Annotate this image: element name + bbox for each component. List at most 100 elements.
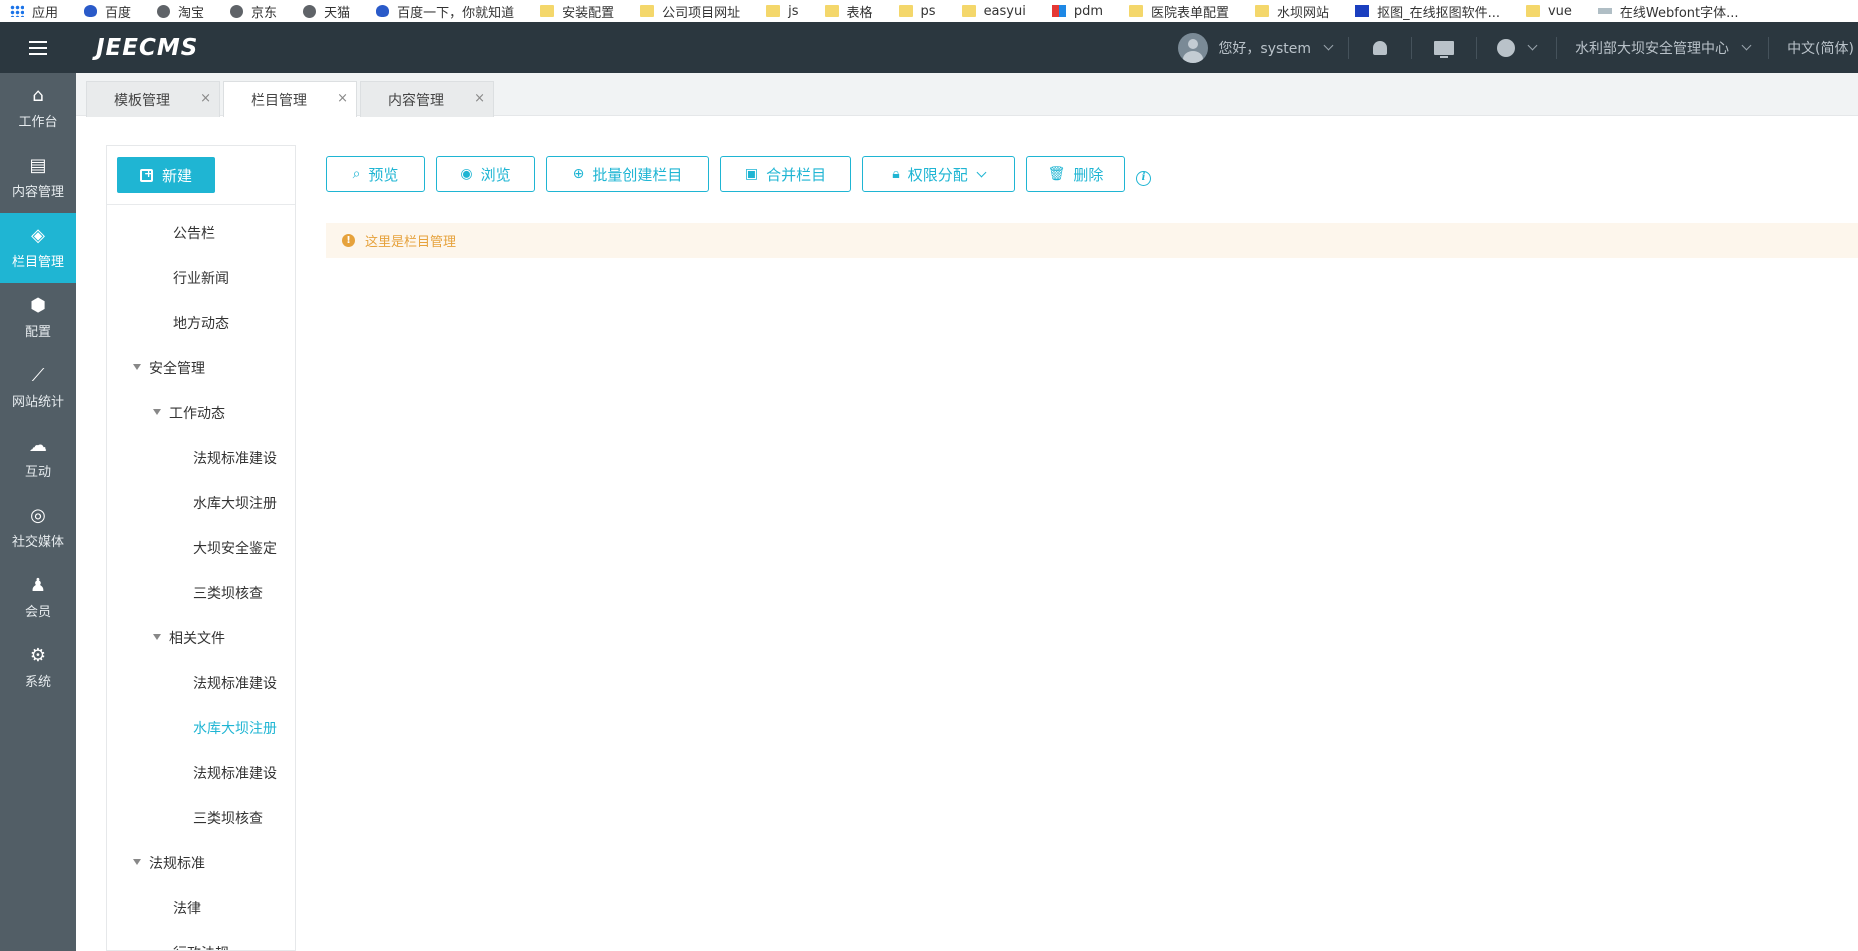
gear-icon: ⚙ bbox=[29, 645, 47, 666]
bookmark-folder[interactable]: vue bbox=[1525, 4, 1572, 19]
tree-node-selected[interactable]: 水库大坝注册 bbox=[193, 718, 277, 738]
caret-down-icon[interactable] bbox=[153, 634, 161, 640]
sidebar-item-social[interactable]: ◎ 社交媒体 bbox=[0, 493, 76, 563]
tree-node[interactable]: 行政法规 bbox=[173, 943, 229, 950]
sidebar-item-workbench[interactable]: ⌂ 工作台 bbox=[0, 73, 76, 143]
sidebar-item-statistics[interactable]: ⟋ 网站统计 bbox=[0, 353, 76, 423]
frontend-preview-button[interactable] bbox=[1412, 22, 1476, 73]
tree-node[interactable]: 相关文件 bbox=[169, 628, 225, 648]
user-greeting: 您好，system bbox=[1218, 40, 1312, 57]
sidebar-item-content[interactable]: ▤ 内容管理 bbox=[0, 143, 76, 213]
tree-node[interactable]: 安全管理 bbox=[149, 358, 205, 378]
tree-node[interactable]: 法规标准建设 bbox=[193, 673, 277, 693]
folder-icon bbox=[1129, 5, 1144, 17]
tree-node[interactable]: 三类坝核查 bbox=[193, 583, 263, 603]
close-icon[interactable]: × bbox=[200, 91, 211, 106]
tree-node[interactable]: 公告栏 bbox=[173, 223, 215, 243]
close-icon[interactable]: × bbox=[474, 91, 485, 106]
sidebar-item-interaction[interactable]: ☁ 互动 bbox=[0, 423, 76, 493]
browse-label: 浏览 bbox=[480, 165, 511, 184]
folder-icon bbox=[898, 5, 913, 17]
site-selector[interactable]: 水利部大坝安全管理中心 bbox=[1557, 22, 1768, 73]
cube-icon: ⬢ bbox=[30, 295, 46, 316]
bookmark-folder[interactable]: 表格 bbox=[824, 2, 873, 21]
bookmark-label: 百度 bbox=[105, 5, 132, 21]
bookmark-pdm[interactable]: pdm bbox=[1051, 3, 1104, 19]
language-label: 中文(简体) bbox=[1787, 40, 1854, 57]
caret-down-icon[interactable] bbox=[153, 409, 161, 415]
sidebar-item-label: 会员 bbox=[24, 605, 51, 620]
tree-node[interactable]: 法规标准 bbox=[149, 853, 205, 873]
tab-template[interactable]: 模板管理 × bbox=[86, 81, 220, 117]
caret-down-icon[interactable] bbox=[133, 859, 141, 865]
bookmark-taobao[interactable]: 淘宝 bbox=[157, 2, 204, 21]
bookmark-folder[interactable]: 医院表单配置 bbox=[1129, 2, 1229, 21]
bookmark-folder[interactable]: 水坝网站 bbox=[1255, 2, 1329, 21]
bookmark-folder[interactable]: 安装配置 bbox=[540, 2, 614, 21]
target-icon: ◎ bbox=[30, 505, 46, 526]
merge-label: 合并栏目 bbox=[766, 165, 827, 184]
chevron-down-icon bbox=[1741, 40, 1752, 51]
batch-create-button[interactable]: ⊕ 批量创建栏目 bbox=[546, 156, 709, 192]
bookmark-koutu[interactable]: 抠图_在线抠图软件... bbox=[1355, 2, 1500, 21]
hamburger-icon bbox=[29, 40, 47, 55]
tree-node[interactable]: 地方动态 bbox=[173, 313, 229, 333]
chat-icon: ☁ bbox=[29, 435, 47, 456]
tree-node[interactable]: 工作动态 bbox=[169, 403, 225, 423]
bookmark-jd[interactable]: 京东 bbox=[230, 2, 277, 21]
sidebar-item-channel[interactable]: ◈ 栏目管理 bbox=[0, 213, 76, 283]
bookmark-folder[interactable]: 公司项目网址 bbox=[640, 2, 740, 21]
palette-icon bbox=[1497, 38, 1516, 57]
bookmark-folder[interactable]: js bbox=[766, 4, 799, 19]
sidebar-item-label: 配置 bbox=[24, 325, 51, 340]
sidebar-item-member[interactable]: ♟ 会员 bbox=[0, 563, 76, 633]
permission-label: 权限分配 bbox=[907, 165, 968, 184]
main-sidebar: ⌂ 工作台 ▤ 内容管理 ◈ 栏目管理 ⬢ 配置 ⟋ 网站统计 ☁ 互动 ◎ 社交媒体 ♟ 会员… bbox=[0, 73, 76, 951]
tree-node[interactable]: 法律 bbox=[173, 898, 201, 918]
close-icon[interactable]: × bbox=[337, 91, 348, 106]
notifications-button[interactable] bbox=[1349, 22, 1411, 73]
bookmarks-bar: 应用 百度 淘宝 京东 天猫 百度一下，你就知道 安装配置 公司项目网址 js … bbox=[0, 0, 1858, 22]
notice-text: 这里是栏目管理 bbox=[365, 235, 457, 250]
merge-button[interactable]: ▣ 合并栏目 bbox=[720, 156, 851, 192]
bell-icon bbox=[1373, 40, 1388, 55]
tab-label: 栏目管理 bbox=[251, 92, 307, 109]
new-channel-button[interactable]: 新建 bbox=[117, 157, 215, 193]
sidebar-item-label: 内容管理 bbox=[11, 185, 64, 200]
tree-node[interactable]: 大坝安全鉴定 bbox=[193, 538, 277, 558]
sidebar-item-system[interactable]: ⚙ 系统 bbox=[0, 633, 76, 703]
bookmark-apps[interactable]: 应用 bbox=[10, 2, 58, 21]
browse-button[interactable]: ◉ 浏览 bbox=[436, 156, 535, 192]
top-header: JEECMS 您好，system 水利部大坝安全管理中心 中文(简体) bbox=[0, 22, 1858, 73]
caret-down-icon[interactable] bbox=[133, 364, 141, 370]
paw-icon bbox=[376, 5, 390, 17]
bookmark-baidu[interactable]: 百度 bbox=[84, 2, 131, 21]
delete-button[interactable]: 🗑︎ 删除 bbox=[1026, 156, 1125, 192]
preview-button[interactable]: ⌕ 预览 bbox=[326, 156, 425, 192]
theme-menu[interactable] bbox=[1477, 22, 1556, 73]
menu-toggle-button[interactable] bbox=[0, 22, 76, 73]
tree-node[interactable]: 三类坝核查 bbox=[193, 808, 263, 828]
eye-icon: ◉ bbox=[460, 166, 473, 182]
bookmark-label: pdm bbox=[1073, 3, 1104, 19]
bookmark-baidu-search[interactable]: 百度一下，你就知道 bbox=[376, 2, 514, 21]
tree-node[interactable]: 水库大坝注册 bbox=[193, 493, 277, 513]
tree-node[interactable]: 行业新闻 bbox=[173, 268, 229, 288]
bookmark-folder[interactable]: easyui bbox=[961, 4, 1026, 19]
tree-node[interactable]: 法规标准建设 bbox=[193, 448, 277, 468]
permission-dropdown[interactable]: 🔒︎ 权限分配 bbox=[862, 156, 1015, 192]
tab-label: 模板管理 bbox=[114, 92, 170, 109]
sidebar-item-config[interactable]: ⬢ 配置 bbox=[0, 283, 76, 353]
tree-node[interactable]: 法规标准建设 bbox=[193, 763, 277, 783]
pdm-icon bbox=[1051, 5, 1066, 17]
bookmark-folder[interactable]: ps bbox=[898, 4, 936, 19]
bookmark-label: 应用 bbox=[32, 5, 59, 21]
bookmark-webfont[interactable]: 在线Webfont字体... bbox=[1597, 2, 1739, 21]
sidebar-item-label: 互动 bbox=[24, 465, 51, 480]
user-menu[interactable]: 您好，system bbox=[1162, 22, 1348, 73]
tab-content[interactable]: 内容管理 × bbox=[360, 81, 494, 117]
info-icon[interactable]: i bbox=[1136, 171, 1151, 186]
language-selector[interactable]: 中文(简体) bbox=[1769, 22, 1858, 73]
bookmark-tmall[interactable]: 天猫 bbox=[303, 2, 350, 21]
tab-channel[interactable]: 栏目管理 × bbox=[223, 81, 357, 117]
